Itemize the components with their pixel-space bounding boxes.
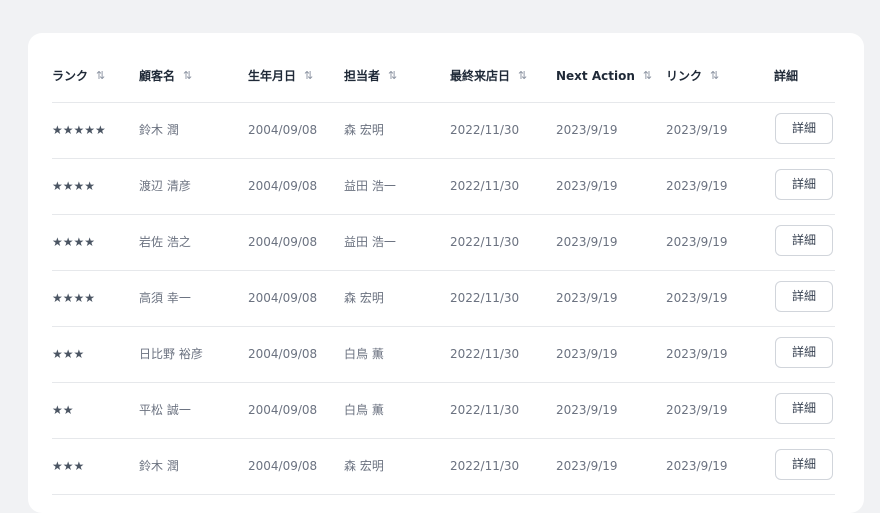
link-date: 2023/9/19 [666,459,728,473]
customer-name: 岩佐 浩之 [139,235,191,249]
column-header-next-action[interactable]: Next Action ⇅ [556,69,652,83]
sort-icon[interactable]: ⇅ [96,69,105,83]
column-header-last-visit[interactable]: 最終来店日 ⇅ [450,69,527,83]
staff-name: 益田 浩一 [344,179,396,193]
sort-icon[interactable]: ⇅ [183,69,192,83]
sort-icon[interactable]: ⇅ [518,69,527,83]
last-visit-date: 2022/11/30 [450,347,520,361]
link-date: 2023/9/19 [666,123,728,137]
last-visit-date: 2022/11/30 [450,123,520,137]
next-action-date: 2023/9/19 [556,123,618,137]
detail-button[interactable]: 詳細 [775,337,833,368]
rank-stars: ★★ [52,403,74,417]
birthdate: 2004/09/08 [248,403,318,417]
sort-icon[interactable]: ⇅ [710,69,719,83]
link-date: 2023/9/19 [666,347,728,361]
last-visit-date: 2022/11/30 [450,459,520,473]
birthdate: 2004/09/08 [248,347,318,361]
detail-button[interactable]: 詳細 [775,393,833,424]
table-row: ★★★ 日比野 裕彦 2004/09/08 白鳥 薫 2022/11/30 20… [52,327,835,383]
column-header-detail-label: 詳細 [774,69,799,83]
customer-name: 平松 誠一 [139,403,191,417]
table-row: ★★★★ 岩佐 浩之 2004/09/08 益田 浩一 2022/11/30 2… [52,215,835,271]
rank-stars: ★★★★ [52,235,96,249]
last-visit-date: 2022/11/30 [450,403,520,417]
column-header-staff[interactable]: 担当者 ⇅ [344,69,397,83]
birthdate: 2004/09/08 [248,291,318,305]
detail-button[interactable]: 詳細 [775,225,833,256]
detail-button[interactable]: 詳細 [775,281,833,312]
customer-name: 渡辺 清彦 [139,179,191,193]
birthdate: 2004/09/08 [248,459,318,473]
rank-stars: ★★★ [52,347,85,361]
next-action-date: 2023/9/19 [556,347,618,361]
customer-name: 高須 幸一 [139,291,191,305]
column-header-customer[interactable]: 顧客名 ⇅ [139,69,192,83]
next-action-date: 2023/9/19 [556,235,618,249]
detail-button[interactable]: 詳細 [775,113,833,144]
column-header-rank-label: ランク [52,69,89,83]
rank-stars: ★★★★ [52,179,96,193]
column-header-link[interactable]: リンク ⇅ [666,69,719,83]
customer-table-card: ランク ⇅ 顧客名 ⇅ 生年月日 ⇅ 担当者 ⇅ 最終来店日 ⇅ Next Ac… [28,33,864,513]
column-header-customer-label: 顧客名 [139,69,176,83]
sort-icon[interactable]: ⇅ [304,69,313,83]
next-action-date: 2023/9/19 [556,291,618,305]
table-header-row: ランク ⇅ 顧客名 ⇅ 生年月日 ⇅ 担当者 ⇅ 最終来店日 ⇅ Next Ac… [52,33,835,103]
staff-name: 白鳥 薫 [344,347,384,361]
staff-name: 森 宏明 [344,459,384,473]
table-row: ★★★★ 渡辺 清彦 2004/09/08 益田 浩一 2022/11/30 2… [52,159,835,215]
table-row: ★★ 平松 誠一 2004/09/08 白鳥 薫 2022/11/30 2023… [52,383,835,439]
link-date: 2023/9/19 [666,179,728,193]
birthdate: 2004/09/08 [248,123,318,137]
staff-name: 森 宏明 [344,123,384,137]
table-row: ★★★ 鈴木 潤 2004/09/08 森 宏明 2022/11/30 2023… [52,439,835,495]
rank-stars: ★★★ [52,459,85,473]
detail-button[interactable]: 詳細 [775,169,833,200]
staff-name: 森 宏明 [344,291,384,305]
column-header-next-action-label: Next Action [556,69,635,83]
last-visit-date: 2022/11/30 [450,235,520,249]
link-date: 2023/9/19 [666,403,728,417]
sort-icon[interactable]: ⇅ [643,69,652,83]
next-action-date: 2023/9/19 [556,179,618,193]
customer-name: 日比野 裕彦 [139,347,203,361]
column-header-birthdate[interactable]: 生年月日 ⇅ [248,69,313,83]
column-header-detail: 詳細 [774,69,798,83]
detail-button[interactable]: 詳細 [775,449,833,480]
next-action-date: 2023/9/19 [556,459,618,473]
staff-name: 益田 浩一 [344,235,396,249]
rank-stars: ★★★★★ [52,123,106,137]
column-header-last-visit-label: 最終来店日 [450,69,511,83]
column-header-rank[interactable]: ランク ⇅ [52,69,105,83]
table-row: ★★★★★ 鈴木 潤 2004/09/08 森 宏明 2022/11/30 20… [52,103,835,159]
link-date: 2023/9/19 [666,291,728,305]
birthdate: 2004/09/08 [248,235,318,249]
column-header-link-label: リンク [666,69,703,83]
next-action-date: 2023/9/19 [556,403,618,417]
sort-icon[interactable]: ⇅ [388,69,397,83]
last-visit-date: 2022/11/30 [450,179,520,193]
staff-name: 白鳥 薫 [344,403,384,417]
birthdate: 2004/09/08 [248,179,318,193]
last-visit-date: 2022/11/30 [450,291,520,305]
table-row: ★★★★ 高須 幸一 2004/09/08 森 宏明 2022/11/30 20… [52,271,835,327]
customer-name: 鈴木 潤 [139,123,179,137]
column-header-birthdate-label: 生年月日 [248,69,297,83]
column-header-staff-label: 担当者 [344,69,381,83]
rank-stars: ★★★★ [52,291,96,305]
link-date: 2023/9/19 [666,235,728,249]
customer-name: 鈴木 潤 [139,459,179,473]
